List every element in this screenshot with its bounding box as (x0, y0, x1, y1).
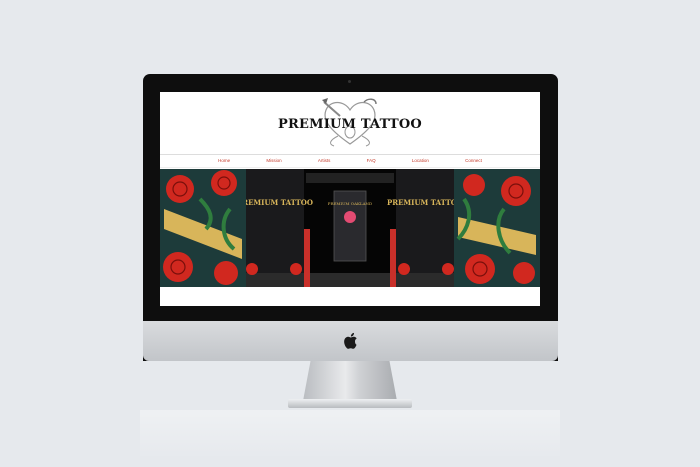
mural-right (454, 169, 540, 287)
hero-image: PREMIUM TATTOO PREMIUM TATTOO PREMIUM OA… (160, 169, 540, 287)
site-title: PREMIUM TATTOO (278, 117, 422, 132)
monitor-bezel: PREMIUM TATTOO Home Mission Artists FAQ … (143, 74, 558, 361)
monitor-chin (143, 321, 558, 361)
monitor-foot (288, 399, 412, 408)
apple-logo-icon (344, 332, 357, 349)
website-screen: PREMIUM TATTOO Home Mission Artists FAQ … (160, 92, 540, 306)
storefront-illustration: PREMIUM TATTOO PREMIUM TATTOO PREMIUM OA… (237, 169, 463, 287)
desk-reflection (140, 410, 560, 460)
site-header: PREMIUM TATTOO (160, 92, 540, 152)
rose-mural-right (456, 174, 536, 284)
imac-mockup: PREMIUM TATTOO Home Mission Artists FAQ … (0, 0, 700, 467)
nav-divider (160, 167, 540, 168)
monitor-stand (303, 361, 397, 401)
window-right-text: PREMIUM TATTOO (387, 198, 454, 207)
window-left-text: PREMIUM TATTOO (246, 198, 313, 207)
content-area (160, 287, 540, 306)
door-text: PREMIUM OAKLAND (328, 201, 372, 206)
camera-icon (348, 80, 351, 83)
storefront: PREMIUM TATTOO PREMIUM TATTOO PREMIUM OA… (237, 169, 463, 287)
rose-mural-left (163, 170, 242, 285)
header-divider (160, 154, 540, 155)
mural-left (160, 169, 246, 287)
